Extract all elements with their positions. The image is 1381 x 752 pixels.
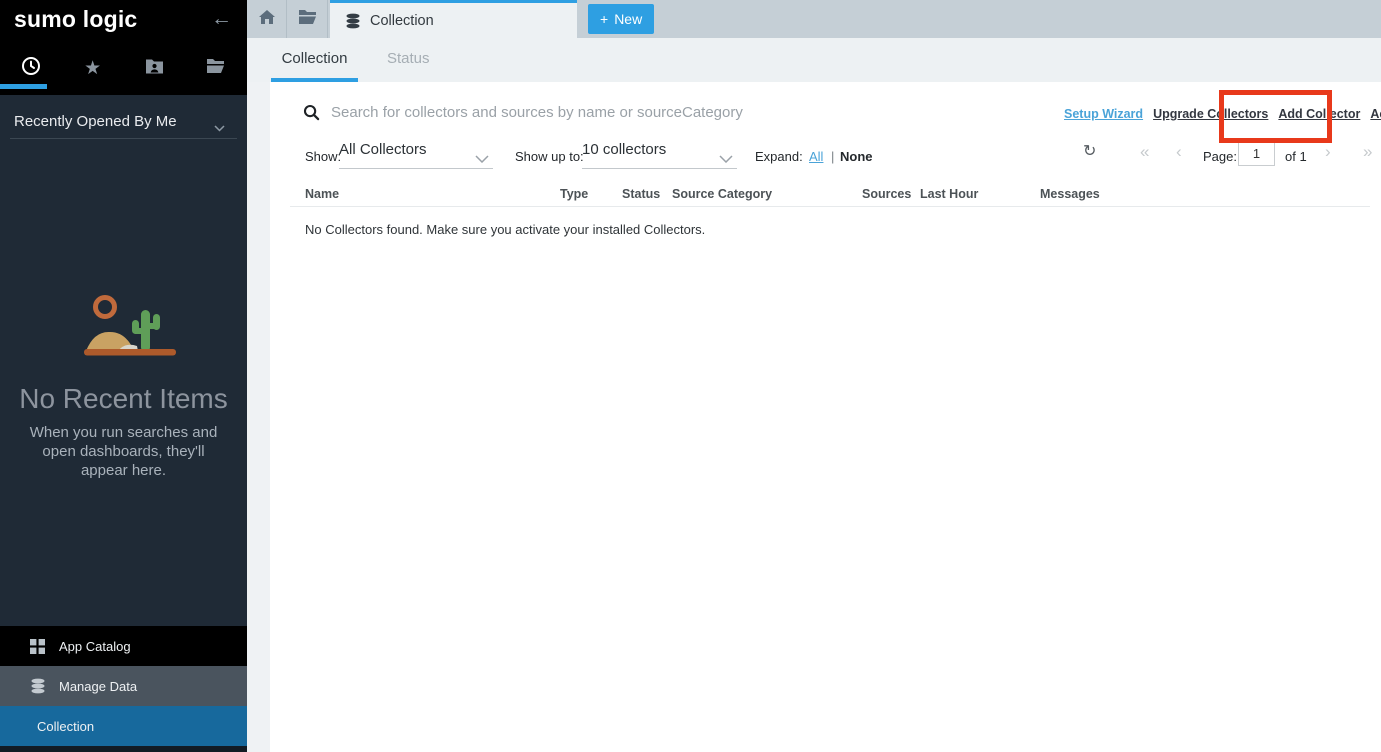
home-button[interactable] <box>247 0 287 38</box>
plus-icon: + <box>600 11 608 27</box>
no-recent-items-caption: When you run searches and open dashboard… <box>18 423 229 480</box>
tab-collection-label: Collection <box>370 13 434 29</box>
search-icon <box>303 104 320 126</box>
page-label: Page: <box>1203 149 1237 164</box>
show-filter-dropdown[interactable]: All Collectors <box>339 141 493 169</box>
app-window: sumo logic ← ★ <box>0 0 1381 752</box>
next-page-icon[interactable]: › <box>1325 143 1331 160</box>
grid-icon <box>30 639 47 654</box>
folder-open-icon <box>298 9 318 30</box>
table-header-divider <box>290 206 1370 207</box>
page-of-label: of 1 <box>1285 149 1307 164</box>
column-header-sources[interactable]: Sources <box>862 187 911 201</box>
subtab-status[interactable]: Status <box>387 38 430 82</box>
personal-folder-icon <box>145 58 164 79</box>
header-links: Setup Wizard Upgrade Collectors Add Coll… <box>1064 107 1381 121</box>
recent-filter-dropdown[interactable]: Recently Opened By Me <box>10 106 237 139</box>
column-header-status[interactable]: Status <box>622 187 660 201</box>
sidebar-item-personal[interactable] <box>124 42 186 95</box>
subtab-bar: Collection Status <box>247 38 1381 82</box>
column-header-last-hour[interactable]: Last Hour <box>920 187 978 201</box>
last-page-icon[interactable]: » <box>1363 143 1372 160</box>
active-nav-indicator <box>0 84 47 89</box>
subtab-collection[interactable]: Collection <box>271 38 358 82</box>
column-header-name[interactable]: Name <box>305 187 339 201</box>
new-tab-button[interactable]: + New <box>588 4 654 34</box>
collapse-sidebar-icon[interactable]: ← <box>211 7 232 31</box>
recent-filter-label: Recently Opened By Me <box>14 113 177 130</box>
sidebar-item-collection[interactable]: Collection <box>0 706 247 746</box>
prev-page-icon[interactable]: ‹ <box>1176 143 1182 160</box>
expand-divider: | <box>831 149 834 164</box>
no-recent-items-title: No Recent Items <box>0 383 247 415</box>
show-filter-value: All Collectors <box>339 141 427 158</box>
sun-ring <box>96 298 115 317</box>
library-button[interactable] <box>288 0 328 38</box>
star-icon: ★ <box>84 59 101 78</box>
collection-label: Collection <box>37 719 94 734</box>
first-page-icon[interactable]: « <box>1140 143 1149 160</box>
upgrade-collectors-link[interactable]: Upgrade Collectors <box>1153 107 1268 121</box>
access-keys-link[interactable]: Access Keys <box>1370 107 1381 121</box>
sumo-logic-logo: sumo logic <box>14 6 137 33</box>
database-icon <box>345 13 361 29</box>
chevron-down-icon <box>475 150 489 167</box>
database-icon <box>30 678 47 694</box>
collection-content: Setup Wizard Upgrade Collectors Add Coll… <box>247 82 1381 752</box>
column-header-messages[interactable]: Messages <box>1040 187 1100 201</box>
chevron-down-icon <box>214 119 225 137</box>
new-button-label: New <box>614 11 642 27</box>
home-icon <box>258 9 276 30</box>
column-header-type[interactable]: Type <box>560 187 588 201</box>
top-tab-bar: Collection + New <box>247 0 1381 38</box>
chevron-down-icon <box>719 150 733 167</box>
sidebar-bottom-menu: App Catalog Manage Data Collection <box>0 626 247 752</box>
show-filter-label: Show: <box>305 149 341 164</box>
logo-bar: sumo logic ← <box>0 0 247 42</box>
add-collector-link[interactable]: Add Collector <box>1278 107 1360 121</box>
expand-label: Expand: <box>755 149 803 164</box>
tab-collection[interactable]: Collection <box>330 0 577 38</box>
empty-table-message: No Collectors found. Make sure you activ… <box>305 222 705 237</box>
sidebar-menu-strip <box>0 746 247 752</box>
sidebar: sumo logic ← ★ <box>0 0 247 752</box>
folder-open-icon <box>206 58 226 79</box>
sidebar-item-library[interactable] <box>185 42 247 95</box>
main-area: Collection + New Collection Status Setup … <box>247 0 1381 752</box>
page-number-input[interactable] <box>1238 141 1275 166</box>
clock-icon <box>21 56 41 81</box>
expand-none-link[interactable]: None <box>840 149 873 164</box>
app-catalog-label: App Catalog <box>59 639 131 654</box>
desert-illustration <box>80 290 180 365</box>
sidebar-item-app-catalog[interactable]: App Catalog <box>0 626 247 666</box>
column-header-source-category[interactable]: Source Category <box>672 187 772 201</box>
expand-all-link[interactable]: All <box>809 149 823 164</box>
refresh-icon[interactable]: ↻ <box>1083 143 1096 160</box>
sidebar-item-manage-data[interactable]: Manage Data <box>0 666 247 706</box>
limit-filter-value: 10 collectors <box>582 141 666 158</box>
limit-filter-dropdown[interactable]: 10 collectors <box>582 141 737 169</box>
setup-wizard-link[interactable]: Setup Wizard <box>1064 107 1143 121</box>
manage-data-label: Manage Data <box>59 679 137 694</box>
search-input[interactable] <box>331 99 891 125</box>
limit-filter-label: Show up to: <box>515 149 584 164</box>
sidebar-item-favorites[interactable]: ★ <box>62 42 124 95</box>
